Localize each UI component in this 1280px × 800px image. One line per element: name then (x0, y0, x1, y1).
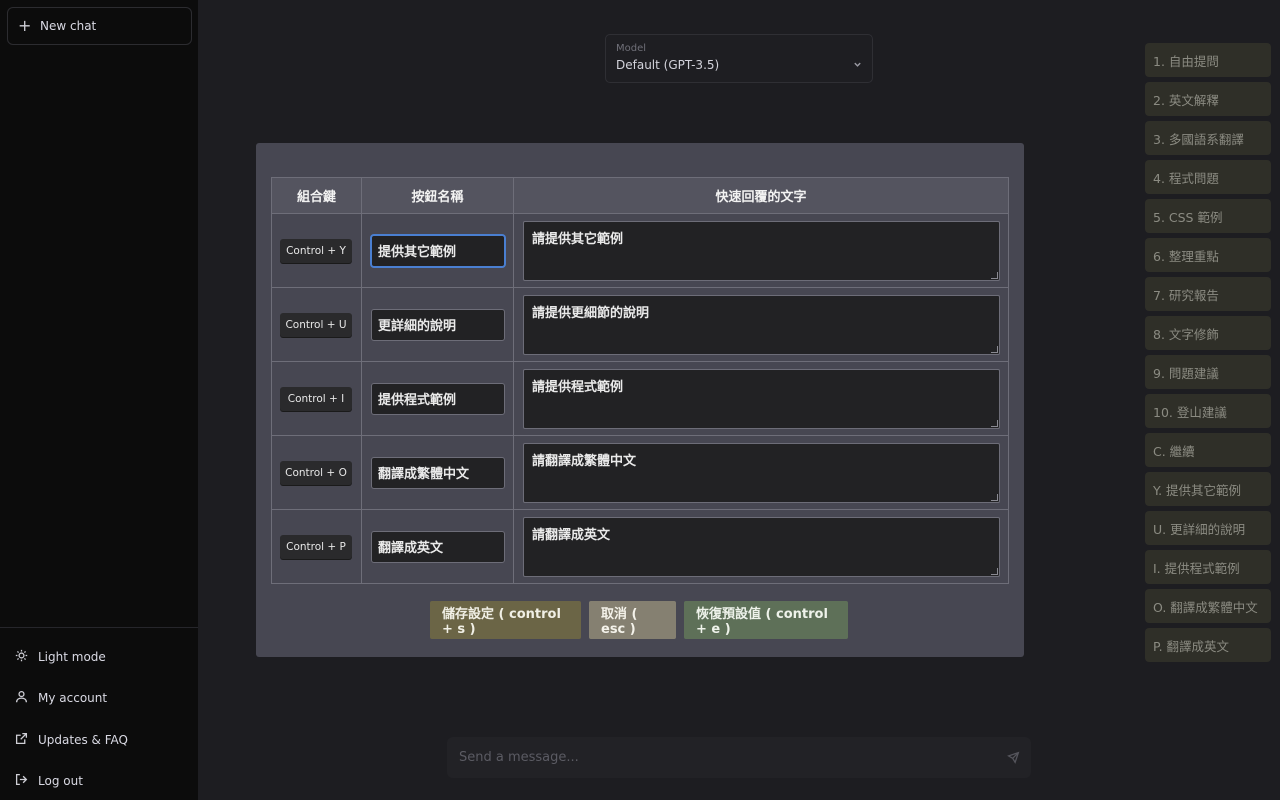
prompt-button[interactable]: 10. 登山建議 (1145, 394, 1271, 428)
log-out-button[interactable]: Log out (0, 761, 198, 800)
my-account-label: My account (38, 691, 108, 706)
resize-handle-icon[interactable] (991, 567, 998, 575)
logout-icon (15, 773, 28, 789)
prompt-button[interactable]: 5. CSS 範例 (1145, 199, 1271, 233)
column-header-key: 組合鍵 (271, 177, 362, 214)
reply-cell: 請提供程式範例 (513, 361, 1009, 436)
prompt-button[interactable]: 3. 多國語系翻譯 (1145, 121, 1271, 155)
prompt-shortcut-list: 1. 自由提問 2. 英文解釋 3. 多國語系翻譯 4. 程式問題 5. CSS… (1145, 43, 1271, 667)
key-cell: Control + O (271, 435, 362, 510)
table-row: Control + Y 提供其它範例 請提供其它範例 (271, 213, 1009, 288)
reply-cell: 請提供更細節的說明 (513, 287, 1009, 362)
save-settings-button[interactable]: 儲存設定 ( control + s ) (430, 601, 581, 639)
resize-handle-icon[interactable] (991, 345, 998, 353)
name-cell: 翻譯成繁體中文 (361, 435, 514, 510)
light-mode-label: Light mode (38, 649, 106, 664)
prompt-button[interactable]: 6. 整理重點 (1145, 238, 1271, 272)
key-combo: Control + P (280, 534, 352, 559)
table-row: Control + P 翻譯成英文 請翻譯成英文 (271, 509, 1009, 584)
key-combo: Control + I (280, 386, 352, 411)
updates-faq-label: Updates & FAQ (38, 732, 128, 747)
key-cell: Control + Y (271, 213, 362, 288)
key-cell: Control + P (271, 509, 362, 584)
prompt-button[interactable]: O. 翻譯成繁體中文 (1145, 589, 1271, 623)
new-chat-button[interactable]: + New chat (7, 7, 192, 45)
key-cell: Control + U (271, 287, 362, 362)
prompt-button[interactable]: 9. 問題建議 (1145, 355, 1271, 389)
prompt-button[interactable]: I. 提供程式範例 (1145, 550, 1271, 584)
table-row: Control + O 翻譯成繁體中文 請翻譯成繁體中文 (271, 435, 1009, 510)
prompt-button[interactable]: 8. 文字修飾 (1145, 316, 1271, 350)
sidebar: + New chat Light mode My account Updates… (0, 0, 198, 800)
reply-text-area[interactable]: 請提供程式範例 (523, 368, 1000, 429)
key-combo: Control + Y (280, 238, 352, 263)
message-placeholder: Send a message... (459, 750, 579, 765)
reply-text: 請翻譯成繁體中文 (532, 453, 637, 469)
send-icon[interactable] (1007, 751, 1020, 764)
prompt-button[interactable]: P. 翻譯成英文 (1145, 628, 1271, 662)
reply-text: 請提供其它範例 (532, 231, 624, 247)
chevron-down-icon (853, 54, 862, 67)
reply-text: 請翻譯成英文 (532, 527, 611, 543)
light-mode-button[interactable]: Light mode (0, 636, 198, 678)
log-out-label: Log out (38, 774, 83, 789)
table-row: Control + U 更詳細的說明 請提供更細節的說明 (271, 287, 1009, 362)
sidebar-bottom-menu: Light mode My account Updates & FAQ Log … (0, 627, 198, 800)
button-name-input[interactable]: 提供程式範例 (371, 382, 505, 415)
name-cell: 提供其它範例 (361, 213, 514, 288)
key-combo: Control + O (280, 460, 352, 485)
model-value: Default (GPT-3.5) (616, 58, 720, 72)
reply-cell: 請翻譯成繁體中文 (513, 435, 1009, 510)
message-input[interactable]: Send a message... (447, 737, 1031, 778)
reply-cell: 請提供其它範例 (513, 213, 1009, 288)
my-account-button[interactable]: My account (0, 678, 198, 720)
dialog-actions: 儲存設定 ( control + s ) 取消 ( esc ) 恢復預設值 ( … (256, 601, 1024, 639)
prompt-button[interactable]: 7. 研究報告 (1145, 277, 1271, 311)
key-cell: Control + I (271, 361, 362, 436)
column-header-name: 按鈕名稱 (361, 177, 514, 214)
reply-text-area[interactable]: 請提供其它範例 (523, 220, 1000, 281)
sun-icon (15, 649, 28, 665)
button-name-input[interactable]: 翻譯成英文 (371, 530, 505, 563)
external-link-icon (15, 732, 28, 748)
prompt-button[interactable]: 2. 英文解釋 (1145, 82, 1271, 116)
cancel-button[interactable]: 取消 ( esc ) (589, 601, 676, 639)
model-select[interactable]: Model Default (GPT-3.5) (605, 34, 873, 83)
prompt-button[interactable]: 4. 程式問題 (1145, 160, 1271, 194)
resize-handle-icon[interactable] (991, 271, 998, 279)
name-cell: 提供程式範例 (361, 361, 514, 436)
shortcut-settings-dialog: 組合鍵 按鈕名稱 快速回覆的文字 Control + Y 提供其它範例 請提供其… (256, 143, 1024, 657)
button-name-input[interactable]: 更詳細的說明 (371, 308, 505, 341)
resize-handle-icon[interactable] (991, 419, 998, 427)
prompt-button[interactable]: C. 繼續 (1145, 433, 1271, 467)
plus-icon: + (18, 16, 32, 35)
new-chat-label: New chat (40, 19, 97, 33)
user-icon (15, 690, 28, 706)
button-name-input[interactable]: 翻譯成繁體中文 (371, 456, 505, 489)
name-cell: 翻譯成英文 (361, 509, 514, 584)
button-name-input[interactable]: 提供其它範例 (371, 234, 505, 267)
prompt-button[interactable]: U. 更詳細的說明 (1145, 511, 1271, 545)
reply-text-area[interactable]: 請翻譯成繁體中文 (523, 442, 1000, 503)
reply-text: 請提供程式範例 (532, 379, 624, 395)
reply-text-area[interactable]: 請提供更細節的說明 (523, 294, 1000, 355)
prompt-button[interactable]: Y. 提供其它範例 (1145, 472, 1271, 506)
reply-text: 請提供更細節的說明 (532, 305, 650, 321)
reply-cell: 請翻譯成英文 (513, 509, 1009, 584)
updates-faq-link[interactable]: Updates & FAQ (0, 719, 198, 761)
shortcut-table: 組合鍵 按鈕名稱 快速回覆的文字 Control + Y 提供其它範例 請提供其… (271, 177, 1009, 584)
prompt-button[interactable]: 1. 自由提問 (1145, 43, 1271, 77)
name-cell: 更詳細的說明 (361, 287, 514, 362)
model-label: Model (616, 43, 647, 54)
restore-defaults-button[interactable]: 恢復預設值 ( control + e ) (684, 601, 848, 639)
key-combo: Control + U (280, 312, 352, 337)
reply-text-area[interactable]: 請翻譯成英文 (523, 516, 1000, 577)
resize-handle-icon[interactable] (991, 493, 998, 501)
table-row: Control + I 提供程式範例 請提供程式範例 (271, 361, 1009, 436)
column-header-reply: 快速回覆的文字 (513, 177, 1009, 214)
